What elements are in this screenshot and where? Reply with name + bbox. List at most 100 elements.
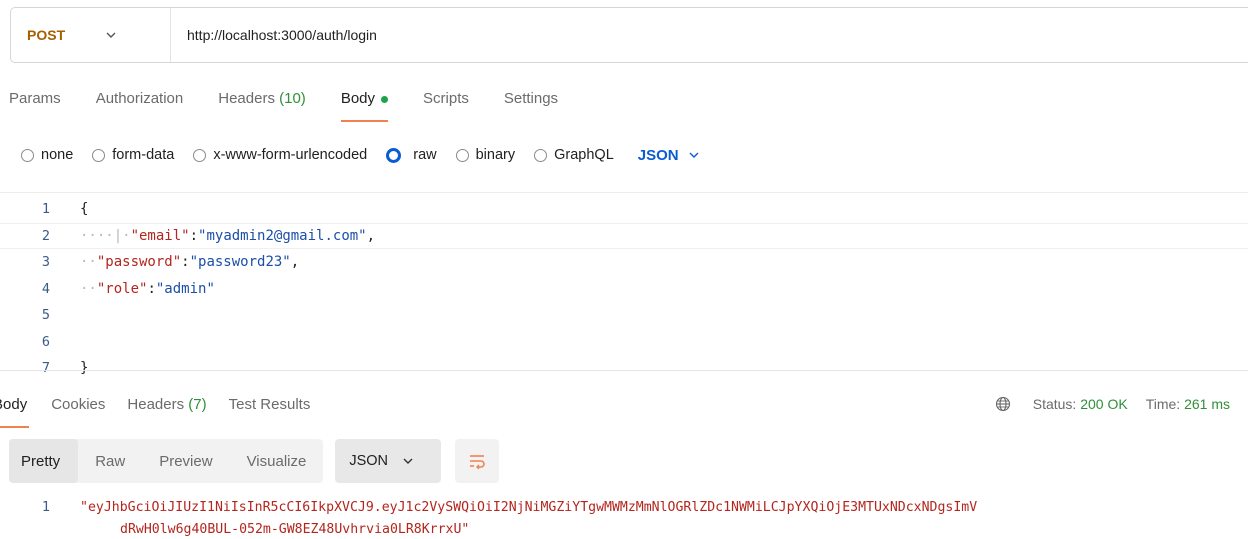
view-raw[interactable]: Raw xyxy=(78,439,142,483)
tab-label: Test Results xyxy=(228,396,311,413)
method-label: POST xyxy=(27,27,66,43)
pane-divider[interactable] xyxy=(0,370,1248,375)
json-key: "role" xyxy=(96,280,148,297)
editor-line: 7 } xyxy=(0,355,1248,382)
json-key: "email" xyxy=(130,227,190,244)
option-label: x-www-form-urlencoded xyxy=(213,147,368,163)
tab-label: Scripts xyxy=(423,90,469,107)
view-pretty[interactable]: Pretty xyxy=(9,439,79,483)
chevron-down-icon xyxy=(106,32,116,38)
editor-line: 1 { xyxy=(0,196,1248,223)
tab-settings[interactable]: Settings xyxy=(504,88,558,122)
radio-icon xyxy=(92,148,106,162)
globe-icon[interactable] xyxy=(995,396,1011,412)
wrap-lines-button[interactable] xyxy=(455,439,500,483)
editor-line: 4 ··"role":"admin" xyxy=(0,276,1248,303)
radio-icon xyxy=(21,148,34,162)
status-label: Status: xyxy=(1032,396,1077,412)
status-value[interactable]: 200 OK xyxy=(1080,396,1127,412)
option-form-data[interactable]: form-data xyxy=(92,147,174,163)
chevron-down-icon xyxy=(689,152,699,158)
tab-label: Body xyxy=(340,90,376,107)
tab-body[interactable]: Body xyxy=(340,88,389,122)
code-text: { xyxy=(80,201,89,218)
method-select[interactable]: POST xyxy=(11,8,171,62)
line-number: 2 xyxy=(41,227,50,244)
editor-line: 6 xyxy=(0,329,1248,356)
editor-line: 3 ··"password":"password23", xyxy=(0,249,1248,276)
url-input[interactable] xyxy=(187,27,1087,43)
wrap-icon xyxy=(470,455,486,469)
radio-icon xyxy=(193,148,207,162)
chevron-down-icon xyxy=(403,458,413,464)
tab-scripts[interactable]: Scripts xyxy=(423,88,469,122)
request-tabs: Params Authorization Headers (10) Body S… xyxy=(9,88,593,122)
option-label: raw xyxy=(413,147,437,163)
option-binary[interactable]: binary xyxy=(455,147,516,163)
option-urlencoded[interactable]: x-www-form-urlencoded xyxy=(193,147,367,163)
tab-label: Cookies xyxy=(51,396,106,413)
json-value: "password23" xyxy=(189,254,291,271)
tab-label: Headers xyxy=(127,396,185,413)
line-number: 3 xyxy=(41,254,50,271)
tab-label: Body xyxy=(0,396,28,413)
headers-count: (7) xyxy=(188,396,207,413)
request-body-editor[interactable]: 1 { 2 ····|·"email":"myadmin2@gmail.com"… xyxy=(0,196,1248,376)
option-label: none xyxy=(41,147,74,163)
response-token-text: "eyJhbGciOiJIUzI1NiIsInR5cCI6IkpXVCJ9.ey… xyxy=(80,499,978,515)
view-mode-group: Pretty Raw Preview Visualize xyxy=(9,439,324,483)
time-value[interactable]: 261 ms xyxy=(1184,396,1230,412)
response-toolbar: Pretty Raw Preview Visualize JSON xyxy=(9,439,500,483)
format-label: JSON xyxy=(349,453,388,469)
option-raw[interactable]: raw xyxy=(386,147,437,163)
editor-line: 2 ····|·"email":"myadmin2@gmail.com", xyxy=(0,222,1248,249)
response-status: Status: 200 OK Time: 261 ms xyxy=(995,396,1230,412)
format-label: JSON xyxy=(637,146,679,164)
radio-icon xyxy=(534,148,548,162)
line-number: 5 xyxy=(41,307,50,324)
option-none[interactable]: none xyxy=(21,147,73,163)
response-tabs: Body Cookies Headers (7) Test Results xyxy=(0,396,332,430)
tab-cookies[interactable]: Cookies xyxy=(51,396,105,428)
response-format-select[interactable]: JSON xyxy=(335,439,442,483)
code-text: ··"password":"password23", xyxy=(80,254,300,271)
view-preview[interactable]: Preview xyxy=(142,439,229,483)
line-number: 1 xyxy=(41,201,50,218)
option-graphql[interactable]: GraphQL xyxy=(534,147,614,163)
line-number: 6 xyxy=(41,333,50,350)
editor-line: 5 xyxy=(0,302,1248,329)
editor-divider xyxy=(0,192,1248,193)
tab-label: Authorization xyxy=(95,90,184,107)
line-number: 4 xyxy=(41,280,50,297)
option-label: GraphQL xyxy=(554,147,614,163)
code-text: ··"role":"admin" xyxy=(80,280,215,297)
radio-icon xyxy=(455,148,469,162)
response-token-text: dRwH0lw6g40BUL-052m-GW8EZ48Uvhrvia0LR8Kr… xyxy=(120,521,470,537)
option-label: binary xyxy=(475,147,516,163)
code-text: ····|·"email":"myadmin2@gmail.com", xyxy=(80,227,376,244)
tab-headers[interactable]: Headers (10) xyxy=(218,88,306,122)
request-url-bar: POST xyxy=(10,7,1248,63)
response-line-wrapped: dRwH0lw6g40BUL-052m-GW8EZ48Uvhrvia0LR8Kr… xyxy=(0,518,1248,539)
response-line: 1 "eyJhbGciOiJIUzI1NiIsInR5cCI6IkpXVCJ9.… xyxy=(0,496,1248,518)
tab-response-body[interactable]: Body xyxy=(0,396,30,428)
headers-count: (10) xyxy=(279,90,306,107)
view-visualize[interactable]: Visualize xyxy=(230,439,324,483)
tab-authorization[interactable]: Authorization xyxy=(96,88,184,122)
modified-dot-icon xyxy=(381,96,389,103)
response-body[interactable]: 1 "eyJhbGciOiJIUzI1NiIsInR5cCI6IkpXVCJ9.… xyxy=(0,496,1248,539)
json-key: "password" xyxy=(96,254,182,271)
tab-label: Params xyxy=(9,90,61,107)
body-type-options: none form-data x-www-form-urlencoded raw… xyxy=(21,143,700,167)
tab-test-results[interactable]: Test Results xyxy=(229,396,311,428)
time-label: Time: xyxy=(1145,396,1181,412)
tab-response-headers[interactable]: Headers (7) xyxy=(127,396,206,428)
body-format-select[interactable]: JSON xyxy=(638,147,700,164)
tab-label: Settings xyxy=(503,90,559,107)
option-label: form-data xyxy=(112,147,175,163)
line-number: 1 xyxy=(41,499,50,515)
tab-params[interactable]: Params xyxy=(9,88,61,122)
json-value: "admin" xyxy=(155,280,215,297)
radio-selected-icon xyxy=(386,147,402,163)
json-value: "myadmin2@gmail.com" xyxy=(198,227,367,244)
